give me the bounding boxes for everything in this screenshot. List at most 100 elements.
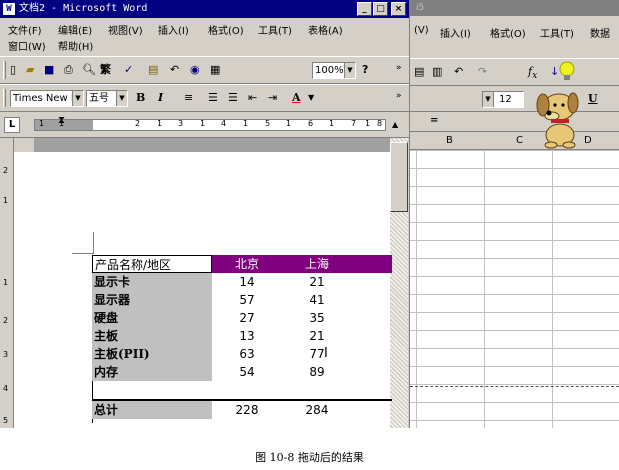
cell-beijing[interactable]: 54 — [212, 363, 282, 381]
table-row[interactable]: 显示卡 14 21 — [92, 273, 392, 291]
underline-icon[interactable]: U — [588, 92, 598, 105]
cell-beijing[interactable]: 27 — [212, 309, 282, 327]
column-header-c[interactable]: C — [516, 135, 523, 146]
excel-menu-view[interactable]: (V) — [414, 25, 429, 36]
align-center-icon[interactable]: ≡ — [184, 91, 193, 105]
new-document-icon[interactable]: ▯ — [10, 63, 16, 77]
cell-shanghai[interactable]: 77 — [282, 345, 352, 363]
maximize-button[interactable]: □ — [373, 2, 388, 16]
chevron-down-icon[interactable]: ▼ — [308, 91, 314, 105]
excel-menu-format[interactable]: 格式(O) — [490, 25, 526, 40]
print-icon[interactable]: ⎙ — [64, 63, 73, 77]
table-row[interactable]: 主板(PII) 63 77 I — [92, 345, 392, 363]
tab-stop-selector[interactable]: L — [4, 117, 20, 133]
open-folder-icon[interactable]: ▰ — [26, 63, 34, 77]
scrollbar-thumb[interactable] — [390, 142, 408, 212]
menu-window[interactable]: 窗口(W) — [8, 38, 46, 53]
paste-icon[interactable]: ▤ — [148, 63, 158, 77]
menu-insert[interactable]: 插入(I) — [158, 22, 189, 37]
help-icon[interactable]: ? — [362, 63, 368, 77]
table-header-row[interactable]: 产品名称/地区 北京 上海 — [92, 255, 392, 273]
zoom-dropdown[interactable]: 100% ▼ — [312, 62, 356, 79]
indent-marker-icon[interactable]: ⧗ — [58, 114, 65, 128]
page-break-line — [410, 386, 619, 387]
row-label[interactable]: 主板 — [92, 327, 212, 345]
row-label[interactable]: 总计 — [92, 401, 212, 419]
spelling-check-icon[interactable]: ✓ — [124, 63, 133, 77]
toolbar-overflow-icon[interactable]: » — [396, 61, 402, 75]
excel-menu-data[interactable]: 数据 — [590, 25, 610, 40]
table-total-row[interactable]: 总计 228 284 — [92, 401, 392, 419]
table-row[interactable]: 显示器 57 41 — [92, 291, 392, 309]
font-size-dropdown[interactable]: 五号 ▼ — [86, 90, 128, 107]
insert-table-icon[interactable]: ▦ — [210, 63, 220, 77]
menu-tools[interactable]: 工具(T) — [258, 22, 292, 37]
numbered-list-icon[interactable]: ☰ — [208, 91, 218, 105]
table-row[interactable]: 主板 13 21 — [92, 327, 392, 345]
cell-shanghai[interactable]: 21 — [282, 273, 352, 291]
cell-shanghai[interactable]: 41 — [282, 291, 352, 309]
cell-beijing[interactable]: 63 — [212, 345, 282, 363]
scroll-up-arrow-icon[interactable]: ▲ — [392, 118, 398, 132]
row-label[interactable]: 主板(PII) — [92, 345, 212, 363]
row-label[interactable]: 硬盘 — [92, 309, 212, 327]
ruler-strip[interactable]: 1 1 2 1 3 1 4 1 5 1 6 1 7 1 8 — [34, 119, 386, 131]
toolbar-overflow-icon[interactable]: » — [396, 89, 402, 103]
toolbar-grip[interactable] — [3, 89, 6, 107]
menu-edit[interactable]: 编辑(E) — [58, 22, 92, 37]
table-row[interactable]: 内存 54 89 — [92, 363, 392, 381]
column-header-b[interactable]: B — [446, 135, 453, 146]
menu-format[interactable]: 格式(O) — [208, 22, 244, 37]
cell-beijing[interactable]: 13 — [212, 327, 282, 345]
undo-icon[interactable]: ↶ — [170, 63, 179, 77]
traditional-chinese-button[interactable]: 繁 — [100, 63, 111, 77]
header-cell-product[interactable]: 产品名称/地区 — [92, 255, 212, 273]
print-preview-icon[interactable]: 🔍︎ — [82, 63, 96, 77]
menu-table[interactable]: 表格(A) — [308, 22, 343, 37]
decrease-indent-icon[interactable]: ⇤ — [248, 91, 257, 105]
excel-font-size-dropdown[interactable]: ▼ 12 — [482, 91, 524, 108]
column-header-d[interactable]: D — [584, 135, 592, 146]
excel-formula-equals[interactable]: = — [430, 115, 438, 126]
copy-icon[interactable]: ▥ — [432, 65, 442, 79]
increase-indent-icon[interactable]: ⇥ — [268, 91, 277, 105]
cell-beijing[interactable]: 14 — [212, 273, 282, 291]
paste-icon[interactable]: ▤ — [414, 65, 424, 79]
table-row[interactable]: 硬盘 27 35 — [92, 309, 392, 327]
excel-menu-tools[interactable]: 工具(T) — [540, 25, 574, 40]
hyperlink-icon[interactable]: ◉ — [190, 63, 200, 77]
header-cell-shanghai[interactable]: 上海 — [282, 255, 352, 273]
cell-shanghai[interactable]: 21 — [282, 327, 352, 345]
menu-view[interactable]: 视图(V) — [108, 22, 143, 37]
cell-shanghai[interactable]: 35 — [282, 309, 352, 327]
cell-shanghai[interactable]: 89 — [282, 363, 352, 381]
office-assistant-dog-icon[interactable] — [525, 55, 585, 150]
vertical-scrollbar[interactable] — [390, 138, 408, 428]
menu-file[interactable]: 文件(F) — [8, 22, 42, 37]
minimize-button[interactable]: _ — [357, 2, 372, 16]
menu-help[interactable]: 帮助(H) — [58, 38, 93, 53]
save-icon[interactable]: ■ — [44, 63, 54, 77]
bullet-list-icon[interactable]: ☰ — [228, 91, 238, 105]
word-title-bar[interactable]: W 文档2 - Microsoft Word _ □ × — [0, 0, 409, 18]
excel-menu-insert[interactable]: 插入(I) — [440, 25, 471, 40]
toolbar-grip[interactable] — [3, 61, 6, 79]
horizontal-ruler[interactable]: L 1 1 2 1 3 1 4 1 5 1 6 1 7 1 8 ⧗ ▲ — [0, 112, 409, 138]
cell-beijing[interactable]: 228 — [212, 401, 282, 419]
cell-shanghai[interactable]: 284 — [282, 401, 352, 419]
font-name-dropdown[interactable]: Times New Ro ▼ — [10, 90, 84, 107]
redo-icon[interactable]: ↷ — [478, 65, 487, 79]
word-app-icon[interactable]: W — [3, 3, 15, 15]
undo-icon[interactable]: ↶ — [454, 65, 463, 79]
font-color-button[interactable]: A — [292, 91, 301, 104]
row-label[interactable]: 显示卡 — [92, 273, 212, 291]
header-cell-beijing[interactable]: 北京 — [212, 255, 282, 273]
row-label[interactable]: 内存 — [92, 363, 212, 381]
close-button[interactable]: × — [391, 2, 406, 16]
cell-beijing[interactable]: 57 — [212, 291, 282, 309]
row-label[interactable]: 显示器 — [92, 291, 212, 309]
vertical-ruler[interactable]: 2 1 1 2 3 4 5 — [0, 138, 14, 428]
bold-button[interactable]: B — [136, 91, 145, 104]
italic-button[interactable]: I — [158, 91, 163, 104]
header-cell-clipped[interactable] — [352, 255, 392, 273]
